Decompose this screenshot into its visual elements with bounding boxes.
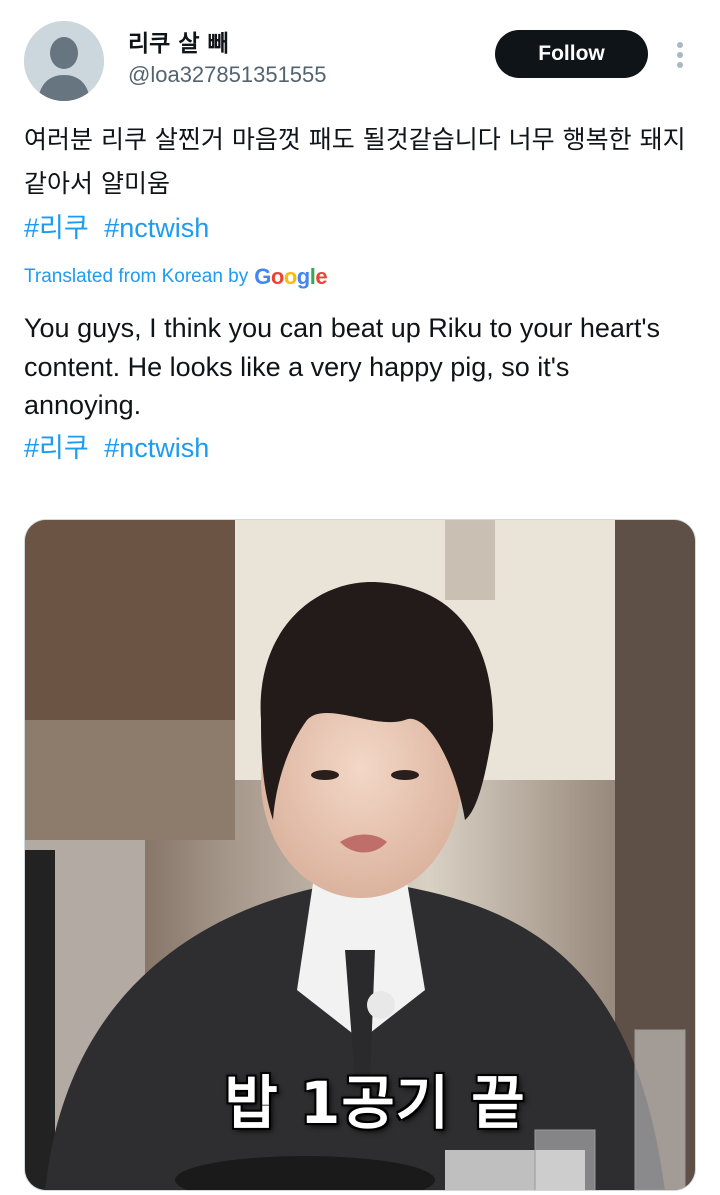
- author-handle[interactable]: @loa327851351555: [128, 60, 327, 90]
- tweet-card: 리쿠 살 빼 @loa327851351555 Follow 여러분 리쿠 살찐…: [0, 0, 720, 1195]
- media-caption: 밥 1공기 끝: [224, 1069, 526, 1137]
- translation-label: Translated from Korean by: [24, 266, 249, 287]
- hashtag-link[interactable]: #리쿠: [24, 213, 89, 243]
- translation-attribution[interactable]: Translated from Korean by Google: [24, 263, 328, 291]
- follow-button[interactable]: Follow: [495, 30, 648, 78]
- hashtag-link[interactable]: #리쿠: [24, 433, 89, 463]
- media-image[interactable]: 밥 1공기 끝: [24, 519, 696, 1191]
- tweet-text: 여러분 리쿠 살찐거 마음껏 패도 될것같습니다 너무 행복한 돼지같아서 얄미…: [24, 125, 686, 198]
- more-vertical-icon[interactable]: [668, 40, 692, 70]
- translated-hashtag-list: #리쿠 #nctwish: [24, 430, 217, 466]
- avatar[interactable]: [24, 21, 104, 101]
- translated-text: You guys, I think you can beat up Riku t…: [24, 313, 661, 420]
- hashtag-list: #리쿠 #nctwish: [24, 210, 217, 246]
- google-logo: Google: [254, 264, 328, 289]
- default-avatar-icon: [24, 21, 104, 101]
- author-display-name[interactable]: 리쿠 살 빼: [128, 28, 229, 60]
- hashtag-link[interactable]: #nctwish: [104, 213, 209, 243]
- hashtag-link[interactable]: #nctwish: [104, 433, 209, 463]
